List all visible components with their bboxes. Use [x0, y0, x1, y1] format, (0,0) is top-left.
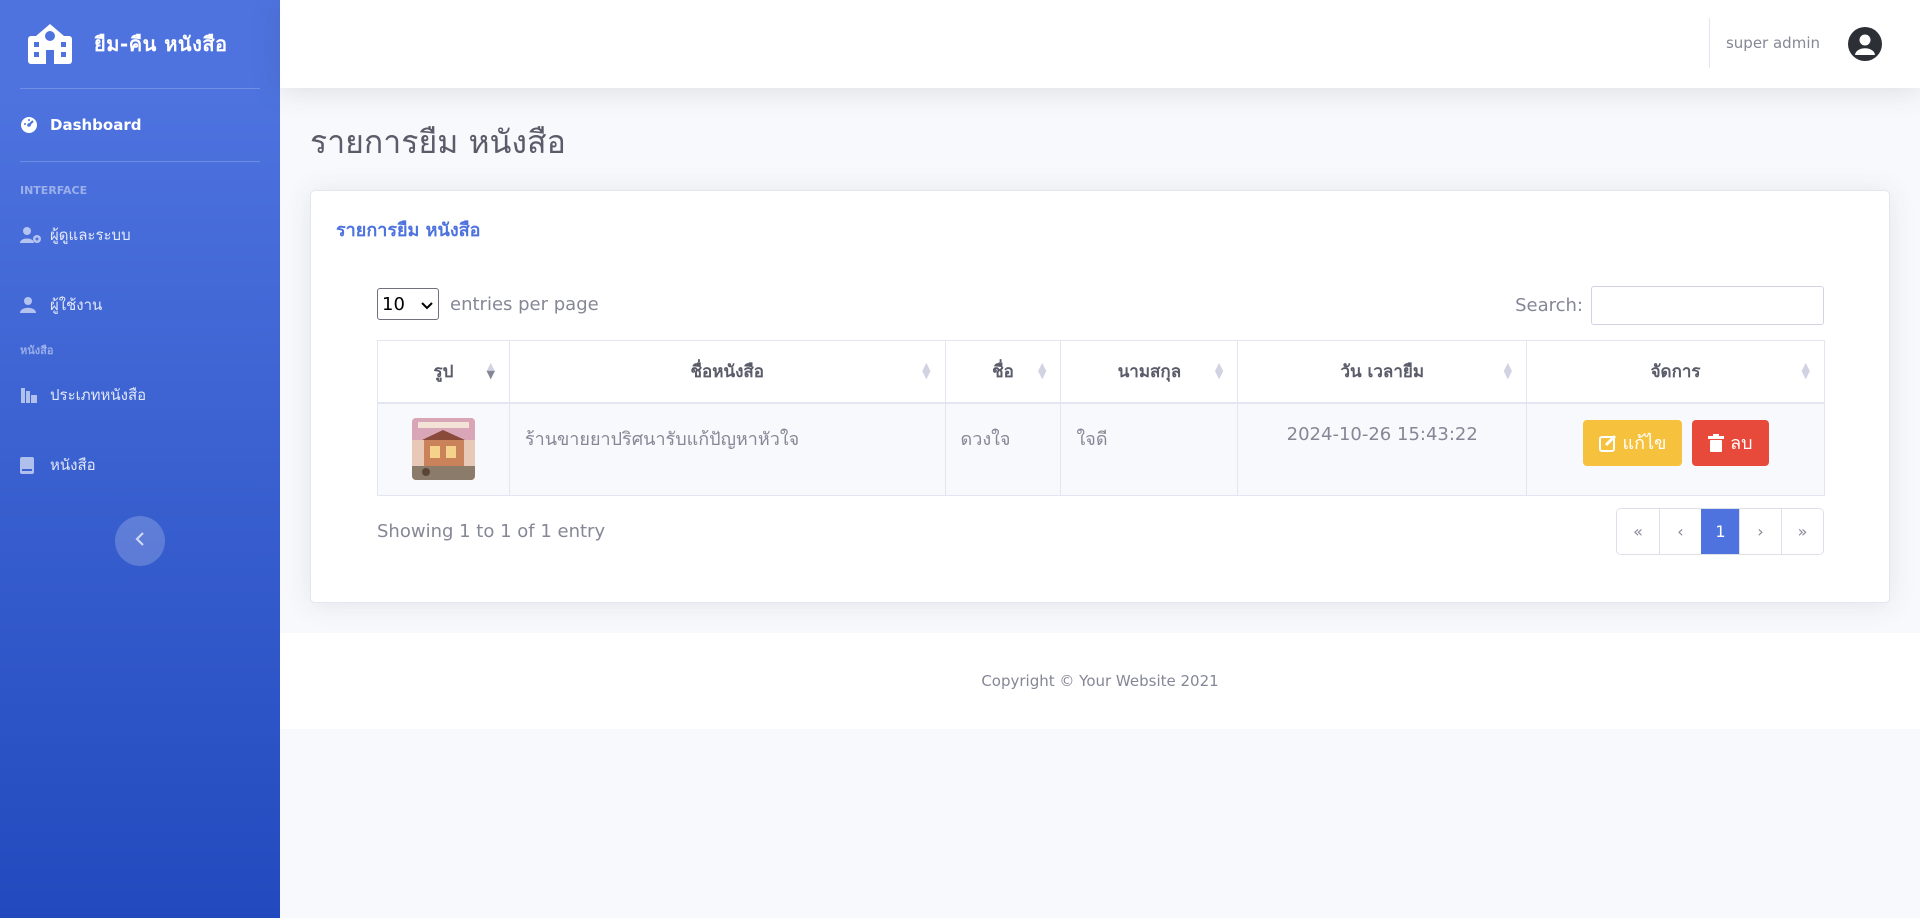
cell-actions: แก้ไข ลบ [1526, 402, 1825, 496]
entries-control: 10 entries per page [377, 288, 599, 320]
column-header-actions[interactable]: จัดการ ▲ ▼ [1526, 340, 1825, 404]
sidebar: ยืม-คืน หนังสือ Dashboard INTERFACE ผู้ด… [0, 0, 280, 918]
column-header-label: วัน เวลายืม [1340, 361, 1425, 382]
chevron-down-icon [421, 294, 433, 315]
column-header-label: ชื่อหนังสือ [690, 361, 764, 382]
book-icon [20, 456, 42, 474]
page-button-current[interactable]: 1 [1701, 509, 1739, 554]
column-header-label: ชื่อ [992, 361, 1014, 382]
edit-button[interactable]: แก้ไข [1582, 419, 1683, 466]
borrow-table: รูป ▲ ▼ ชื่อหนังสือ ▲ ▼ ชื่อ ▲ ▼ นามสกุล ▲ ▼… [377, 340, 1825, 496]
sidebar-item-admin[interactable]: ผู้ดูและระบบ [0, 200, 280, 270]
sidebar-item-label: ประเภทหนังสือ [50, 386, 147, 404]
column-header-borrow-datetime[interactable]: วัน เวลายืม ▲ ▼ [1237, 340, 1528, 404]
next-page-button[interactable]: › [1739, 509, 1781, 554]
pagination-info: Showing 1 to 1 of 1 entry [377, 521, 606, 542]
sidebar-item-label: ผู้ดูและระบบ [50, 226, 131, 244]
entries-label: entries per page [450, 293, 599, 315]
cell-book-name: ร้านขายยาปริศนารับแก้ปัญหาหัวใจ [508, 402, 946, 496]
sidebar-item-book-types[interactable]: ประเภทหนังสือ [0, 360, 280, 430]
cell-borrow-datetime: 2024-10-26 15:43:22 [1237, 402, 1528, 496]
tachometer-icon [20, 116, 42, 134]
table-row: ร้านขายยาปริศนารับแก้ปัญหาหัวใจ ดวงใจ ใจ… [377, 402, 1825, 496]
column-header-label: นามสกุล [1117, 361, 1182, 382]
borrow-list-card: รายการยืม หนังสือ 10 entries per page Se… [310, 190, 1890, 603]
column-header-label: จัดการ [1650, 361, 1701, 382]
brand-title: ยืม-คืน หนังสือ [94, 32, 228, 56]
book-cover-image [411, 417, 475, 480]
sort-icon: ▲ ▼ [486, 360, 495, 381]
sidebar-brand[interactable]: ยืม-คืน หนังสือ [0, 0, 280, 88]
first-page-button[interactable]: « [1617, 509, 1659, 554]
page-size-value: 10 [382, 293, 405, 315]
card-title: รายการยืม หนังสือ [336, 220, 481, 241]
cell-last-name: ใจดี [1060, 402, 1239, 496]
sort-icon: ▲ ▼ [922, 360, 931, 381]
user-icon [20, 296, 42, 314]
column-header-book-name[interactable]: ชื่อหนังสือ ▲ ▼ [508, 340, 946, 404]
sort-icon: ▲ ▼ [1801, 360, 1810, 381]
book-type-icon [20, 386, 42, 404]
cell-first-name: ดวงใจ [944, 402, 1062, 496]
sidebar-item-dashboard[interactable]: Dashboard [0, 89, 280, 161]
chevron-left-icon [134, 531, 146, 551]
copyright-text: Copyright © Your Website 2021 [981, 672, 1219, 690]
page-title: รายการยืม หนังสือ [310, 123, 566, 161]
column-header-image[interactable]: รูป ▲ ▼ [377, 340, 510, 404]
sidebar-item-users[interactable]: ผู้ใช้งาน [0, 270, 280, 340]
search-input[interactable] [1591, 286, 1824, 325]
topbar: super admin [280, 0, 1920, 88]
delete-button-label: ลบ [1730, 433, 1753, 454]
edit-button-label: แก้ไข [1622, 433, 1667, 454]
school-icon [24, 22, 76, 66]
cell-image [377, 402, 510, 496]
search-label: Search: [1515, 295, 1583, 316]
sidebar-divider [20, 161, 260, 162]
page-size-select[interactable]: 10 [377, 288, 439, 320]
sidebar-item-label: Dashboard [50, 116, 142, 134]
last-page-button[interactable]: » [1781, 509, 1823, 554]
pagination: « ‹ 1 › » [1616, 508, 1824, 555]
column-header-last-name[interactable]: นามสกุล ▲ ▼ [1060, 340, 1239, 404]
edit-icon [1598, 434, 1617, 452]
column-header-label: รูป [433, 361, 454, 382]
column-header-first-name[interactable]: ชื่อ ▲ ▼ [944, 340, 1062, 404]
sort-icon: ▲ ▼ [1214, 360, 1224, 381]
sidebar-heading-interface: INTERFACE [20, 183, 88, 197]
sidebar-toggle-button[interactable] [115, 516, 165, 566]
prev-page-button[interactable]: ‹ [1659, 509, 1701, 554]
sort-icon: ▲ ▼ [1038, 360, 1047, 381]
topbar-divider [1709, 18, 1710, 68]
trash-icon [1708, 433, 1725, 452]
user-name[interactable]: super admin [1726, 34, 1820, 52]
user-cog-icon [20, 226, 42, 244]
delete-button[interactable]: ลบ [1692, 419, 1769, 466]
user-avatar-icon[interactable] [1848, 27, 1882, 61]
footer: Copyright © Your Website 2021 [280, 633, 1920, 729]
sidebar-heading-books: หนังสือ [20, 344, 54, 357]
sort-icon: ▲ ▼ [1503, 360, 1513, 381]
sidebar-item-label: หนังสือ [50, 456, 96, 474]
search-control: Search: [1515, 286, 1824, 325]
sidebar-item-label: ผู้ใช้งาน [50, 296, 103, 314]
sidebar-item-books[interactable]: หนังสือ [0, 430, 280, 500]
table-header-row: รูป ▲ ▼ ชื่อหนังสือ ▲ ▼ ชื่อ ▲ ▼ นามสกุล ▲ ▼… [377, 340, 1825, 404]
